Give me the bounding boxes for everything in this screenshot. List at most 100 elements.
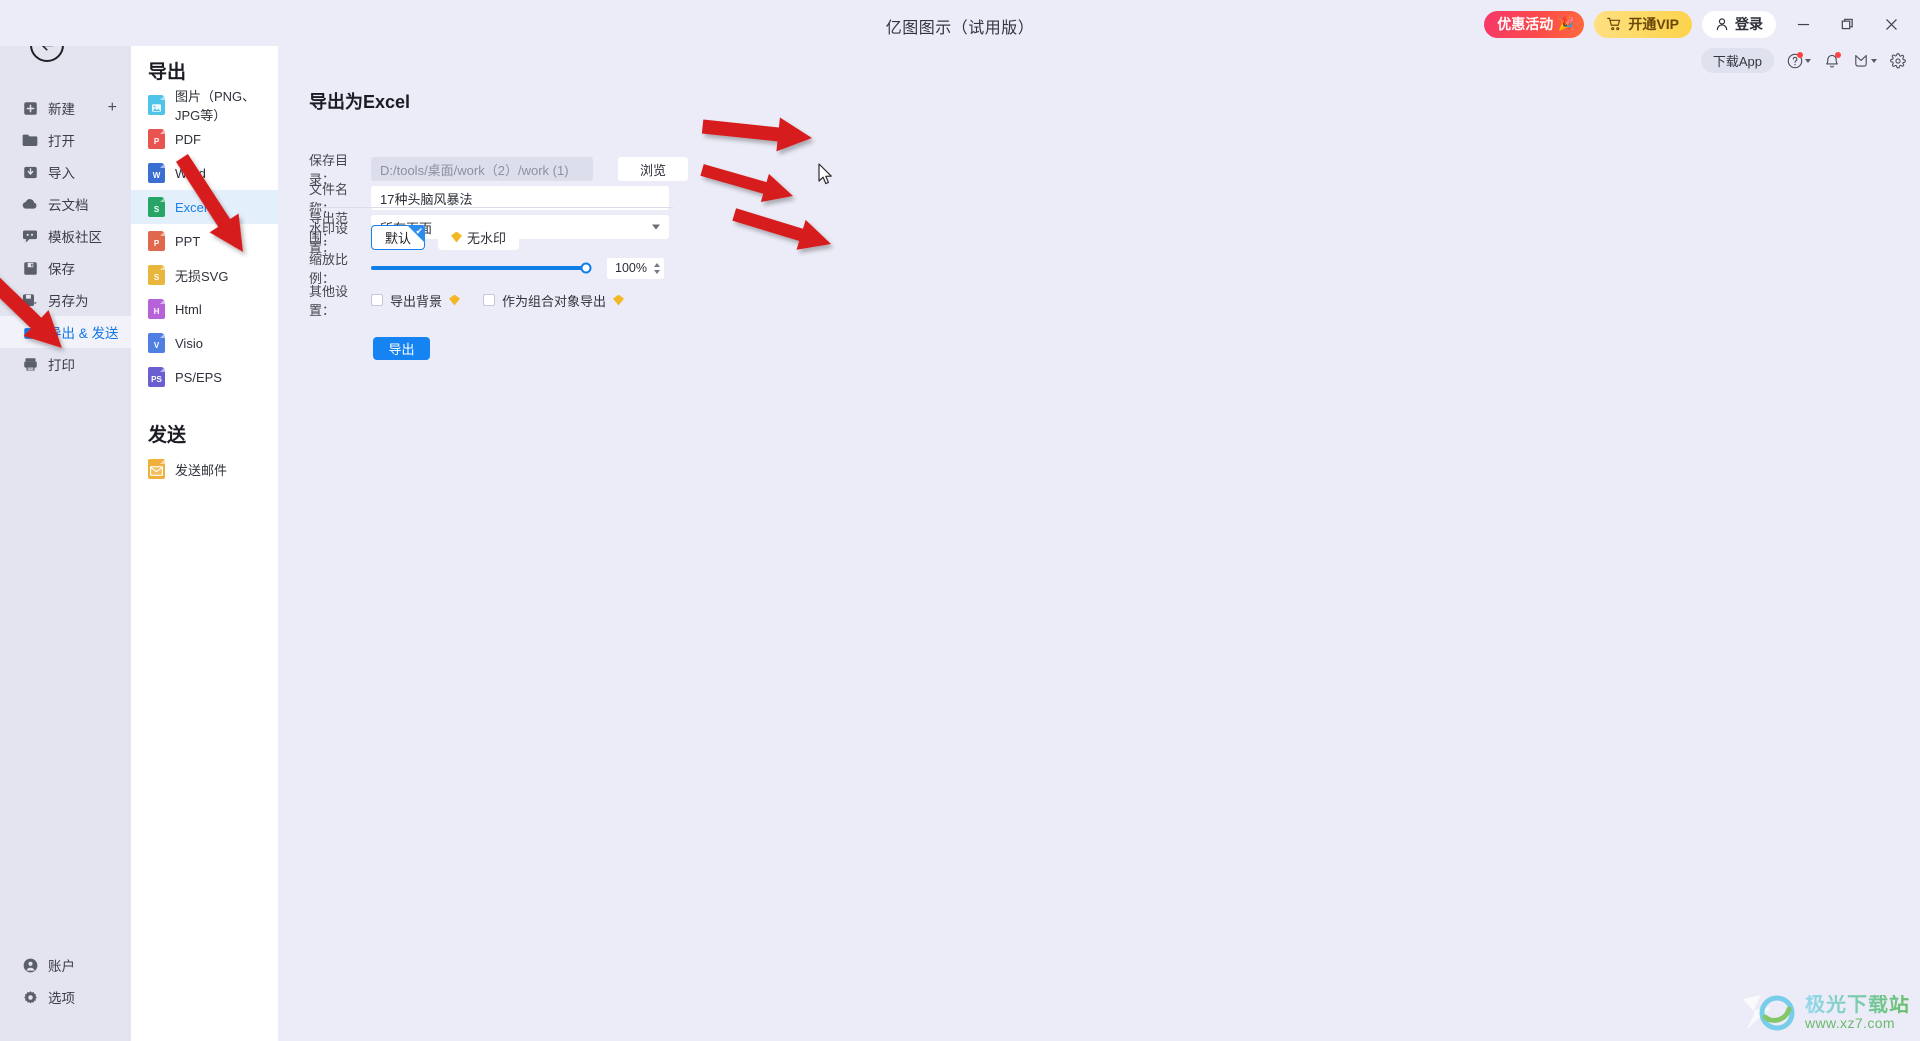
sidebar-item-label: 打开 <box>48 134 75 149</box>
sidebar-item-label: 模板社区 <box>48 230 102 245</box>
cart-icon <box>1607 17 1621 31</box>
sidebar-item-print[interactable]: 打印 <box>0 348 131 380</box>
new-add-icon[interactable]: + <box>108 100 117 116</box>
application-window: 新建 + 打开 导入 云文档 模板社区 保存 另存为 导出 & 发送 打印 账户… <box>0 0 1920 1041</box>
zoom-value: 100% <box>615 261 647 275</box>
sidebar-item-label: 导出 & 发送 <box>48 326 119 341</box>
sidebar-item-options[interactable]: 选项 <box>0 981 131 1013</box>
option-label: 作为组合对象导出 <box>502 293 607 309</box>
svg-file-icon: S <box>148 265 165 285</box>
folder-icon <box>22 132 38 148</box>
maximize-icon <box>1841 18 1853 29</box>
gear-icon <box>22 989 38 1005</box>
account-icon <box>22 957 38 973</box>
watermark-option-default[interactable]: 默认 ✔ <box>371 224 426 250</box>
format-item-label: Html <box>175 301 202 317</box>
watermark-text: 极光下载站 www.xz7.com <box>1805 995 1910 1031</box>
sidebar-item-account[interactable]: 账户 <box>0 949 131 981</box>
format-item-label: Word <box>175 165 206 181</box>
stepper-arrows[interactable] <box>654 258 660 279</box>
vip-button[interactable]: 开通VIP <box>1594 10 1692 38</box>
chevron-down-icon[interactable] <box>1871 58 1877 63</box>
format-item-ppt[interactable]: P PPT <box>131 224 278 258</box>
promo-button[interactable]: 优惠活动 🎉 <box>1484 10 1585 38</box>
send-item-email[interactable]: 发送邮件 <box>131 452 278 486</box>
notifications-button[interactable] <box>1824 51 1841 69</box>
save-icon <box>22 260 38 276</box>
word-file-icon: W <box>148 163 165 183</box>
maximize-button[interactable] <box>1830 10 1864 38</box>
zoom-slider[interactable] <box>371 262 592 274</box>
sidebar-item-open[interactable]: 打开 <box>0 124 131 156</box>
format-item-excel[interactable]: S Excel <box>131 190 278 224</box>
format-item-word[interactable]: W Word <box>131 156 278 190</box>
settings-button[interactable] <box>1890 52 1906 69</box>
export-button[interactable]: 导出 <box>373 337 430 360</box>
sidebar-item-label: 账户 <box>48 959 75 974</box>
format-item-visio[interactable]: V Visio <box>131 326 278 360</box>
watermark-option-none[interactable]: 无水印 <box>438 224 520 250</box>
sidebar-item-community[interactable]: 模板社区 <box>0 220 131 252</box>
sidebar-item-save[interactable]: 保存 <box>0 252 131 284</box>
sidebar-item-import[interactable]: 导入 <box>0 156 131 188</box>
zoom-slider-handle[interactable] <box>580 262 592 274</box>
watermark-logo-icon <box>1743 995 1795 1031</box>
export-icon <box>22 324 38 340</box>
divider <box>309 207 673 208</box>
zoom-value-stepper[interactable]: 100% <box>607 257 664 279</box>
option-export-as-group[interactable]: 作为组合对象导出 <box>483 291 625 310</box>
chevron-down-icon[interactable] <box>1805 58 1811 63</box>
gift-menu[interactable] <box>1853 53 1877 69</box>
sidebar-item-label: 新建 <box>48 102 75 117</box>
sidebar-item-label: 云文档 <box>48 198 89 213</box>
sidebar-item-new[interactable]: 新建 + <box>0 92 131 124</box>
format-item-label: Visio <box>175 335 203 351</box>
sidebar-item-cloud[interactable]: 云文档 <box>0 188 131 220</box>
browse-button[interactable]: 浏览 <box>618 157 688 181</box>
close-button[interactable] <box>1874 10 1908 38</box>
download-app-button[interactable]: 下载App <box>1700 48 1774 73</box>
option-export-background[interactable]: 导出背景 <box>371 291 461 310</box>
login-label: 登录 <box>1735 16 1763 32</box>
site-watermark: 极光下载站 www.xz7.com <box>1741 993 1910 1033</box>
community-icon <box>22 228 38 244</box>
format-item-label: Excel <box>175 199 207 215</box>
check-icon: ✔ <box>415 225 424 236</box>
sidebar-bottom-menu: 账户 选项 <box>0 949 131 1013</box>
sidebar-item-export-send[interactable]: 导出 & 发送 <box>0 316 131 348</box>
login-button[interactable]: 登录 <box>1702 10 1776 38</box>
save-as-icon <box>22 292 38 308</box>
format-item-svg[interactable]: S 无损SVG <box>131 258 278 292</box>
secondary-toolbar: 下载App <box>1700 48 1906 73</box>
format-item-pdf[interactable]: P PDF <box>131 122 278 156</box>
minimize-button[interactable] <box>1786 10 1820 38</box>
sidebar-item-save-as[interactable]: 另存为 <box>0 284 131 316</box>
promo-label: 优惠活动 <box>1497 16 1554 32</box>
gift-icon <box>1855 54 1867 67</box>
stepper-down-icon[interactable] <box>654 269 660 274</box>
html-file-icon: H <box>148 299 165 319</box>
stepper-up-icon[interactable] <box>654 262 660 267</box>
sidebar-menu: 新建 + 打开 导入 云文档 模板社区 保存 另存为 导出 & 发送 打印 <box>0 92 131 380</box>
sidebar-item-label: 另存为 <box>48 294 89 309</box>
watermark-url: www.xz7.com <box>1805 1015 1895 1032</box>
printer-icon <box>22 356 38 372</box>
watermark-brand-name: 极光下载站 <box>1805 994 1910 1017</box>
sidebar-item-label: 保存 <box>48 262 75 277</box>
export-settings-main: 导出为Excel 保存目录： D:/tools/桌面/work（2）/work … <box>278 0 1920 1041</box>
format-item-ps-eps[interactable]: PS PS/EPS <box>131 360 278 394</box>
format-item-html[interactable]: H Html <box>131 292 278 326</box>
ps-eps-file-icon: PS <box>148 367 165 387</box>
format-item-image[interactable]: 图片（PNG、JPG等） <box>131 88 278 123</box>
plus-square-icon <box>22 100 38 116</box>
checkbox-export-as-group[interactable] <box>483 294 496 306</box>
ppt-file-icon: P <box>148 231 165 251</box>
checkbox-export-background[interactable] <box>371 294 383 306</box>
save-directory-input[interactable]: D:/tools/桌面/work（2）/work (1) <box>371 157 593 181</box>
help-menu[interactable] <box>1787 51 1811 69</box>
visio-file-icon: V <box>148 333 165 353</box>
import-icon <box>22 164 38 180</box>
option-label: 导出背景 <box>390 293 443 309</box>
send-panel-title: 发送 <box>148 425 187 446</box>
format-item-label: 无损SVG <box>175 268 229 284</box>
